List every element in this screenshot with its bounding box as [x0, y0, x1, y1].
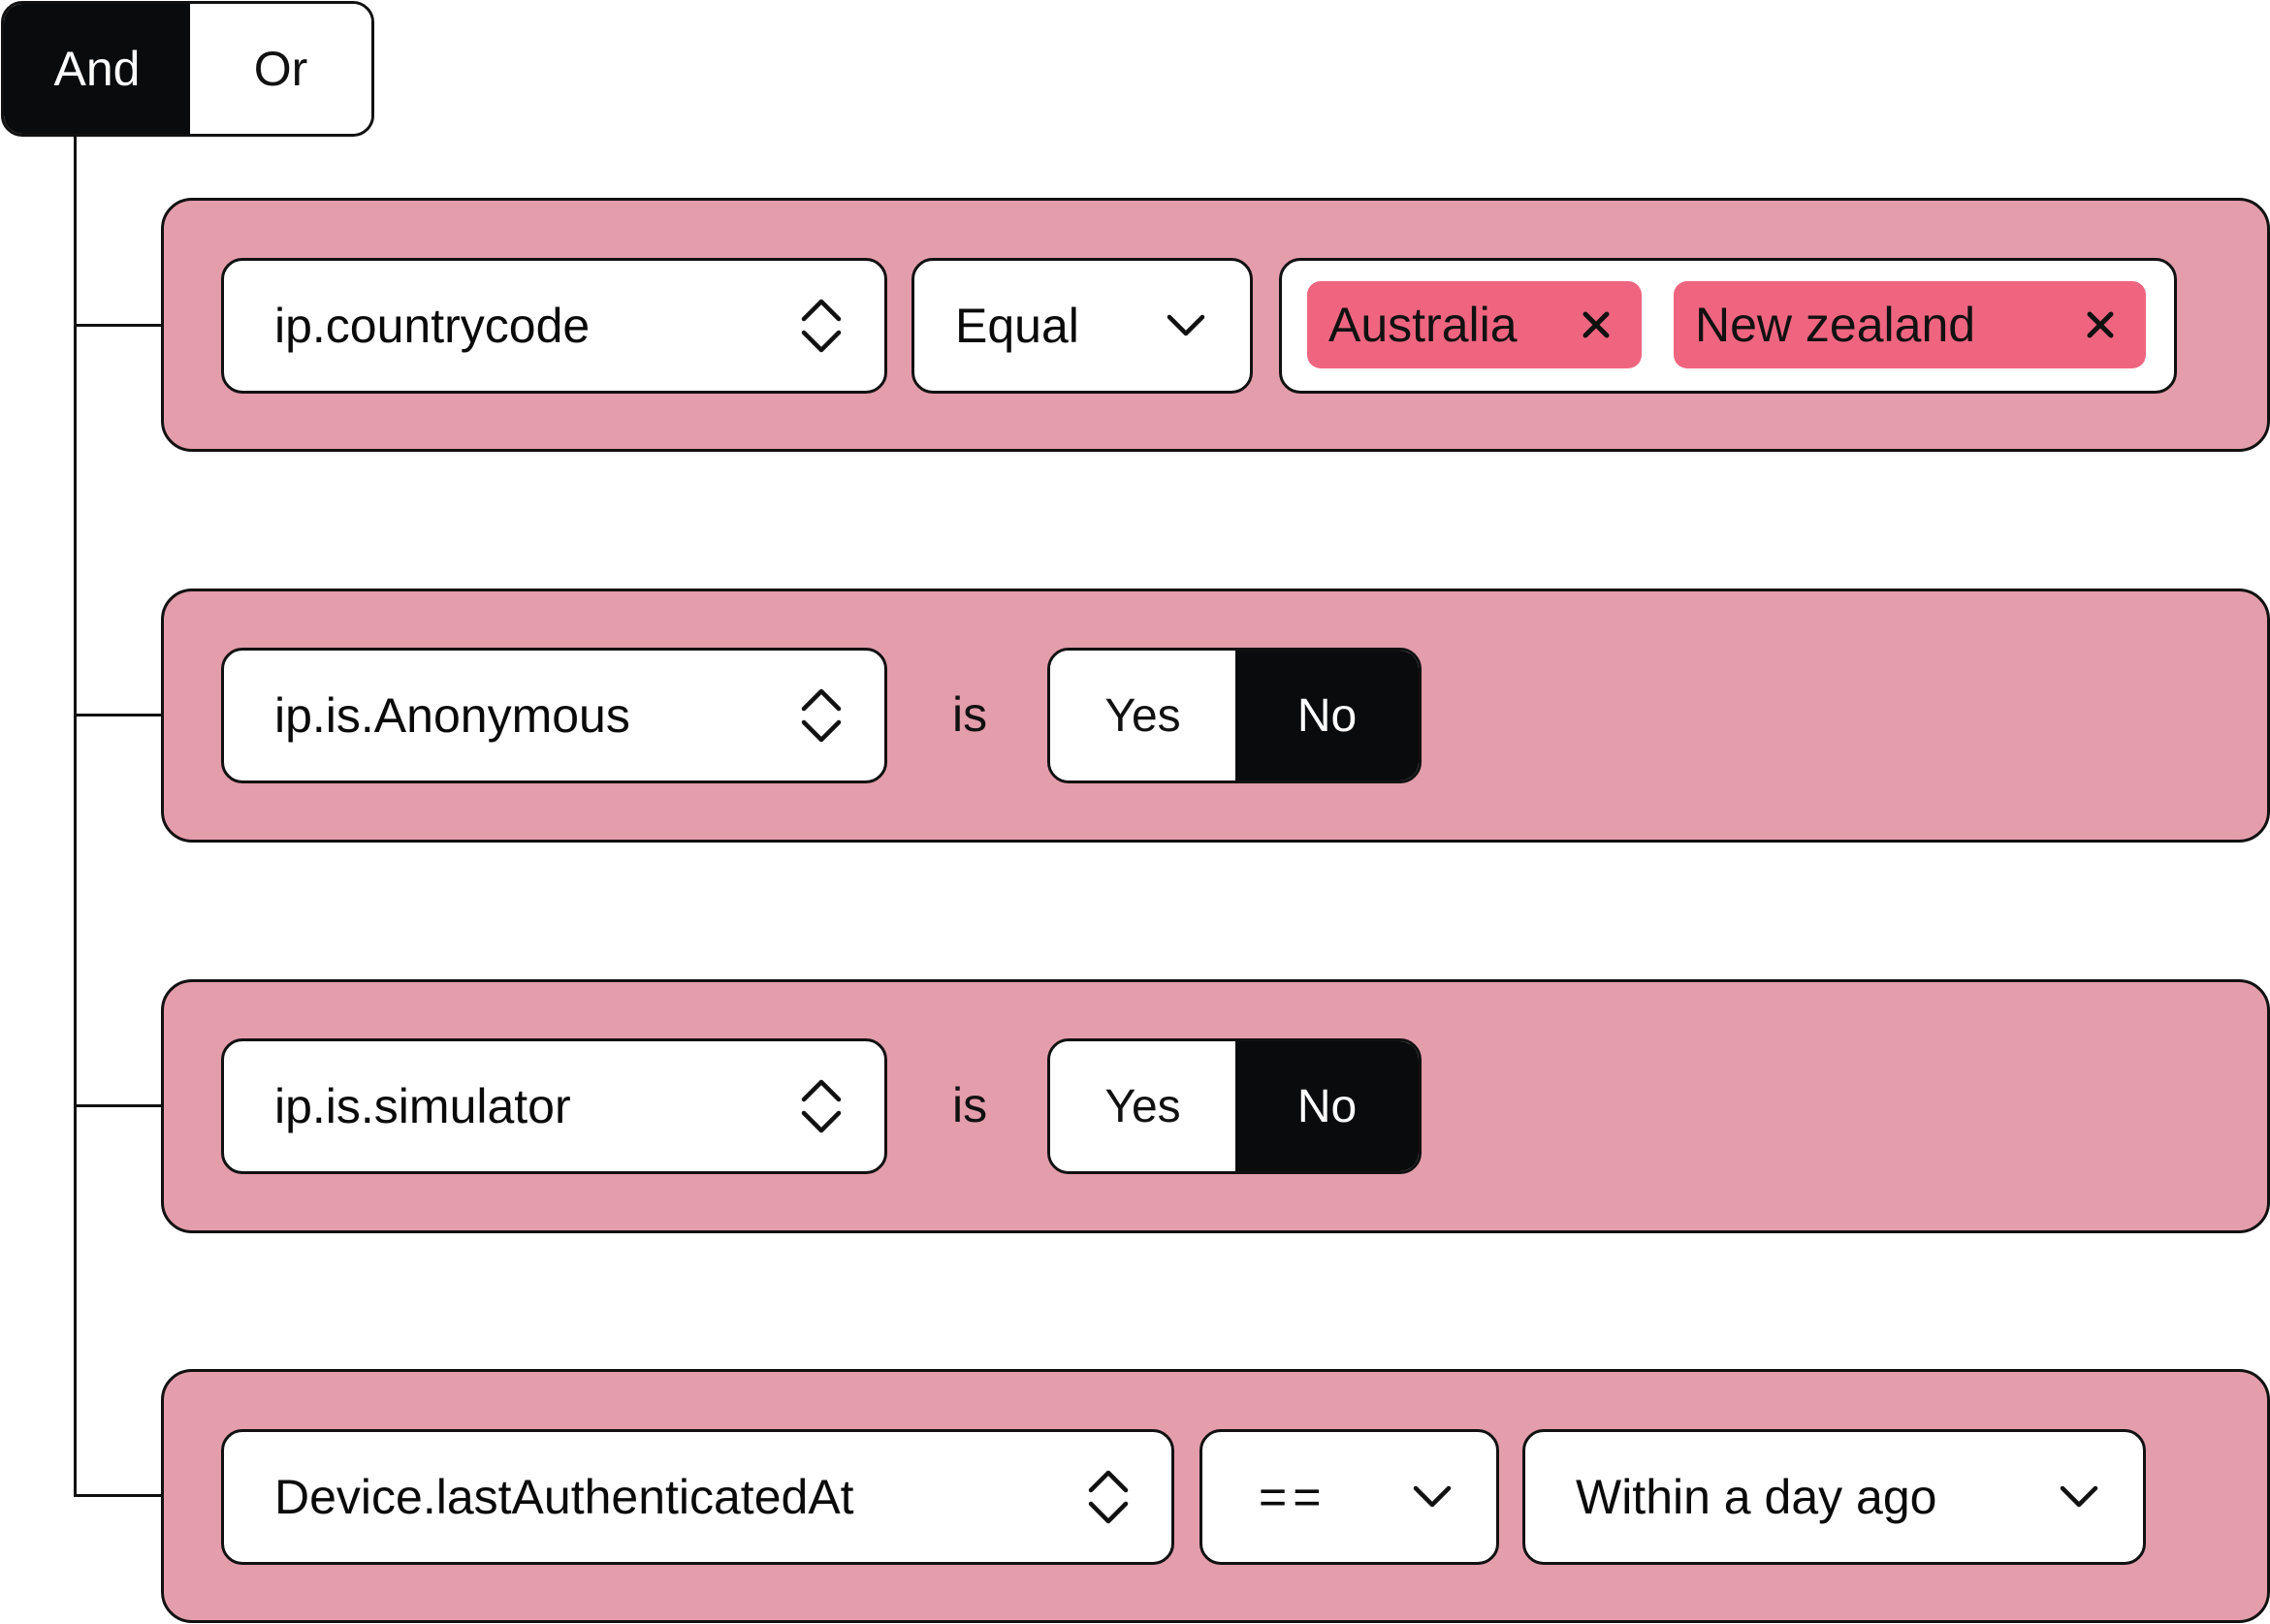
- operator-label: Equal: [955, 299, 1079, 353]
- yes-button[interactable]: Yes: [1050, 651, 1235, 780]
- no-label: No: [1296, 1080, 1358, 1132]
- tree-branch-1: [74, 324, 163, 327]
- field-select-last-authenticated[interactable]: Device.lastAuthenticatedAt: [221, 1429, 1174, 1565]
- field-select-label: Device.lastAuthenticatedAt: [274, 1470, 854, 1524]
- no-button[interactable]: No: [1235, 1041, 1419, 1171]
- is-connector-label: is: [952, 687, 988, 742]
- tree-branch-2: [74, 714, 163, 716]
- tree-vertical-line: [74, 136, 77, 1497]
- is-connector-label: is: [952, 1078, 988, 1132]
- yes-label: Yes: [1104, 689, 1181, 742]
- tag-new-zealand: New zealand: [1674, 281, 2146, 368]
- chevron-down-icon: [1413, 1485, 1452, 1508]
- field-select-simulator[interactable]: ip.is.simulator: [221, 1038, 887, 1174]
- operator-label: ==: [1259, 1470, 1327, 1524]
- tag-label: New zealand: [1695, 298, 1976, 352]
- operator-dropdown-country[interactable]: Equal: [911, 258, 1253, 394]
- tree-branch-3: [74, 1104, 163, 1107]
- logic-and-button[interactable]: And: [4, 4, 190, 134]
- yes-no-toggle-anonymous: Yes No: [1047, 648, 1422, 783]
- yes-label: Yes: [1104, 1080, 1181, 1132]
- field-select-country[interactable]: ip.countrycode: [221, 258, 887, 394]
- field-select-label: ip.countrycode: [274, 299, 591, 353]
- operator-dropdown-last-authenticated[interactable]: ==: [1199, 1429, 1499, 1565]
- tag-australia: Australia: [1307, 281, 1642, 368]
- tree-branch-4: [74, 1494, 163, 1497]
- stepper-icon: [801, 1079, 842, 1133]
- value-label: Within a day ago: [1576, 1470, 1937, 1524]
- chevron-down-icon: [1167, 314, 1205, 336]
- close-icon[interactable]: [1582, 310, 1611, 339]
- stepper-icon: [801, 688, 842, 743]
- logic-or-button[interactable]: Or: [190, 4, 371, 134]
- chevron-down-icon: [2060, 1485, 2098, 1508]
- yes-no-toggle-simulator: Yes No: [1047, 1038, 1422, 1174]
- field-select-label: ip.is.Anonymous: [274, 688, 630, 743]
- logic-or-label: Or: [253, 42, 308, 96]
- no-label: No: [1296, 689, 1358, 742]
- field-select-label: ip.is.simulator: [274, 1079, 571, 1133]
- value-dropdown-last-authenticated[interactable]: Within a day ago: [1522, 1429, 2146, 1565]
- stepper-icon: [801, 299, 842, 353]
- yes-button[interactable]: Yes: [1050, 1041, 1235, 1171]
- logic-and-label: And: [53, 42, 141, 96]
- logic-toggle: And Or: [1, 1, 374, 137]
- field-select-anonymous[interactable]: ip.is.Anonymous: [221, 648, 887, 783]
- no-button[interactable]: No: [1235, 651, 1419, 780]
- stepper-icon: [1088, 1470, 1129, 1524]
- close-icon[interactable]: [2086, 310, 2115, 339]
- tag-label: Australia: [1328, 298, 1518, 352]
